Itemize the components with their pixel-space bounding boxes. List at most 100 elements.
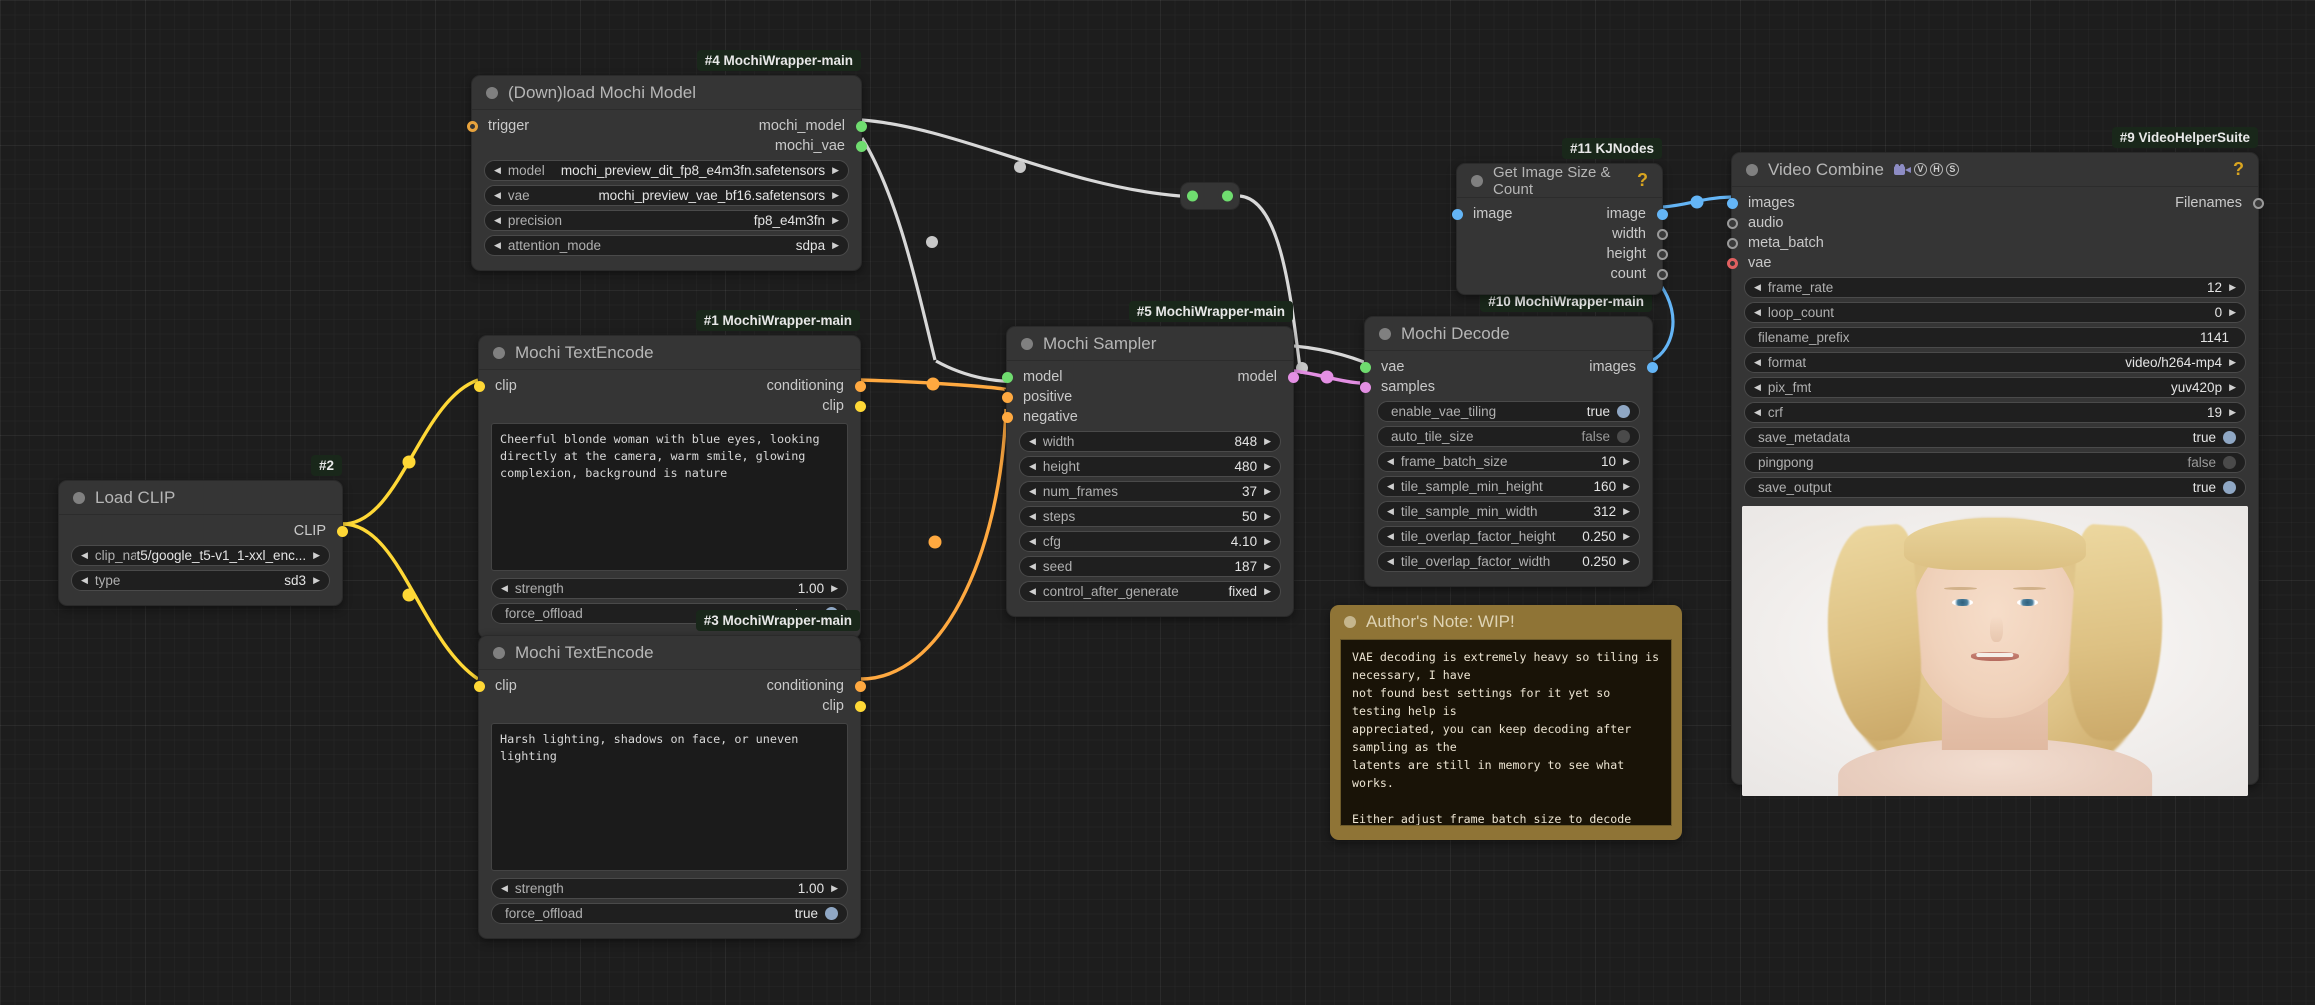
- node-mochi-sampler[interactable]: #5 MochiWrapper-main Mochi Sampler model…: [1001, 301, 1299, 617]
- input-slot-clip[interactable]: clip conditioning: [473, 376, 866, 396]
- chevron-right-icon[interactable]: ▶: [1623, 506, 1630, 517]
- input-slot-clip[interactable]: clip conditioning: [473, 676, 866, 696]
- node-title-bar[interactable]: Mochi Decode: [1365, 317, 1652, 351]
- slot-dot-icon[interactable]: [473, 680, 485, 692]
- slot-dot-icon[interactable]: [1287, 371, 1299, 383]
- chevron-right-icon[interactable]: ▶: [1264, 561, 1271, 572]
- chevron-left-icon[interactable]: ◀: [1029, 561, 1036, 572]
- chevron-left-icon[interactable]: ◀: [81, 575, 88, 586]
- output-slot-height[interactable]: height: [1457, 244, 1668, 264]
- input-slot-vae[interactable]: vae images: [1359, 357, 1658, 377]
- chevron-right-icon[interactable]: ▶: [1623, 456, 1630, 467]
- widget-seed[interactable]: ◀ seed 187 ▶: [1019, 556, 1281, 577]
- node-mochi-textencode-positive[interactable]: #1 MochiWrapper-main Mochi TextEncode cl…: [473, 310, 866, 639]
- widget-tile-overlap-factor-height[interactable]: ◀ tile_overlap_factor_height 0.250 ▶: [1377, 526, 1640, 547]
- widget-frame-rate[interactable]: ◀ frame_rate 12 ▶: [1744, 277, 2246, 298]
- node-title-bar[interactable]: Mochi TextEncode: [479, 636, 860, 670]
- widget-force-offload[interactable]: force_offload true: [491, 903, 848, 924]
- slot-dot-icon[interactable]: [1451, 208, 1463, 220]
- output-slot-clip[interactable]: clip: [479, 396, 866, 416]
- prompt-textarea[interactable]: Cheerful blonde woman with blue eyes, lo…: [491, 423, 848, 571]
- input-slot-images[interactable]: images Filenames: [1726, 193, 2264, 213]
- toggle-switch-icon[interactable]: [1617, 430, 1630, 443]
- chevron-left-icon[interactable]: ◀: [1029, 436, 1036, 447]
- chevron-left-icon[interactable]: ◀: [1754, 357, 1761, 368]
- reroute-node[interactable]: [1180, 182, 1240, 210]
- slot-dot-icon[interactable]: [2252, 197, 2264, 209]
- slot-dot-icon[interactable]: [336, 525, 348, 537]
- widget-attention-mode[interactable]: ◀ attention_mode sdpa ▶: [484, 235, 849, 256]
- input-slot-image[interactable]: image image: [1451, 204, 1668, 224]
- comfyui-graph-canvas[interactable]: #4 MochiWrapper-main (Down)load Mochi Mo…: [0, 0, 2315, 1005]
- chevron-left-icon[interactable]: ◀: [1029, 536, 1036, 547]
- chevron-right-icon[interactable]: ▶: [2229, 382, 2236, 393]
- node-get-image-size-and-count[interactable]: #11 KJNodes Get Image Size & Count ? ima…: [1451, 138, 1668, 295]
- slot-dot-icon[interactable]: [1656, 268, 1668, 280]
- node-load-clip[interactable]: #2 Load CLIP CLIP ◀ clip_name t5/google_…: [58, 455, 348, 606]
- collapse-icon[interactable]: [1021, 337, 1033, 350]
- widget-loop-count[interactable]: ◀ loop_count 0 ▶: [1744, 302, 2246, 323]
- chevron-right-icon[interactable]: ▶: [832, 215, 839, 226]
- chevron-left-icon[interactable]: ◀: [494, 240, 501, 251]
- prompt-textarea[interactable]: Harsh lighting, shadows on face, or unev…: [491, 723, 848, 871]
- collapse-icon[interactable]: [493, 346, 505, 359]
- chevron-right-icon[interactable]: ▶: [1264, 511, 1271, 522]
- chevron-right-icon[interactable]: ▶: [832, 165, 839, 176]
- chevron-left-icon[interactable]: ◀: [1387, 506, 1394, 517]
- chevron-right-icon[interactable]: ▶: [313, 550, 320, 561]
- chevron-right-icon[interactable]: ▶: [1623, 531, 1630, 542]
- widget-format[interactable]: ◀ format video/h264-mp4 ▶: [1744, 352, 2246, 373]
- chevron-right-icon[interactable]: ▶: [313, 575, 320, 586]
- chevron-right-icon[interactable]: ▶: [1264, 586, 1271, 597]
- chevron-left-icon[interactable]: ◀: [1387, 556, 1394, 567]
- collapse-icon[interactable]: [1344, 616, 1356, 628]
- node-title-bar[interactable]: Mochi Sampler: [1007, 327, 1293, 361]
- toggle-switch-icon[interactable]: [825, 907, 838, 920]
- slot-dot-icon[interactable]: [1359, 361, 1371, 373]
- chevron-right-icon[interactable]: ▶: [832, 240, 839, 251]
- node-title-bar[interactable]: Load CLIP: [59, 481, 342, 515]
- widget-tile-overlap-factor-width[interactable]: ◀ tile_overlap_factor_width 0.250 ▶: [1377, 551, 1640, 572]
- node-mochi-textencode-negative[interactable]: #3 MochiWrapper-main Mochi TextEncode cl…: [473, 610, 866, 939]
- circled-s-icon[interactable]: S: [1945, 163, 1959, 176]
- node-title-bar[interactable]: Mochi TextEncode: [479, 336, 860, 370]
- chevron-left-icon[interactable]: ◀: [1387, 481, 1394, 492]
- collapse-icon[interactable]: [486, 86, 498, 99]
- node-mochi-decode[interactable]: #10 MochiWrapper-main Mochi Decode vae i…: [1359, 291, 1658, 587]
- widget-tile-sample-min-height[interactable]: ◀ tile_sample_min_height 160 ▶: [1377, 476, 1640, 497]
- node-title-bar[interactable]: Video Combine V H S ?: [1732, 153, 2258, 187]
- chevron-left-icon[interactable]: ◀: [1029, 511, 1036, 522]
- widget-height[interactable]: ◀ height 480 ▶: [1019, 456, 1281, 477]
- slot-dot-icon[interactable]: [1726, 237, 1738, 249]
- help-icon[interactable]: ?: [1637, 170, 1648, 191]
- slot-dot-icon[interactable]: [1726, 257, 1738, 269]
- chevron-right-icon[interactable]: ▶: [1623, 556, 1630, 567]
- chevron-right-icon[interactable]: ▶: [2229, 357, 2236, 368]
- chevron-left-icon[interactable]: ◀: [1754, 282, 1761, 293]
- chevron-left-icon[interactable]: ◀: [1029, 461, 1036, 472]
- widget-control-after-generate[interactable]: ◀ control_after_generate fixed ▶: [1019, 581, 1281, 602]
- collapse-icon[interactable]: [1471, 174, 1483, 187]
- widget-save-metadata[interactable]: save_metadata true: [1744, 427, 2246, 448]
- chevron-right-icon[interactable]: ▶: [1264, 536, 1271, 547]
- widget-width[interactable]: ◀ width 848 ▶: [1019, 431, 1281, 452]
- chevron-left-icon[interactable]: ◀: [494, 165, 501, 176]
- input-slot-vae[interactable]: vae: [1726, 253, 2258, 273]
- input-slot-trigger[interactable]: trigger mochi_model: [466, 116, 867, 136]
- circled-v-icon[interactable]: V: [1913, 163, 1927, 176]
- slot-dot-icon[interactable]: [1656, 228, 1668, 240]
- slot-dot-icon[interactable]: [855, 140, 867, 152]
- input-slot-audio[interactable]: audio: [1726, 213, 2258, 233]
- output-slot-count[interactable]: count: [1457, 264, 1668, 284]
- widget-strength[interactable]: ◀ strength 1.00 ▶: [491, 878, 848, 899]
- widget-frame-batch-size[interactable]: ◀ frame_batch_size 10 ▶: [1377, 451, 1640, 472]
- widget-pingpong[interactable]: pingpong false: [1744, 452, 2246, 473]
- slot-dot-icon[interactable]: [854, 700, 866, 712]
- widget-tile-sample-min-width[interactable]: ◀ tile_sample_min_width 312 ▶: [1377, 501, 1640, 522]
- chevron-left-icon[interactable]: ◀: [1387, 531, 1394, 542]
- chevron-right-icon[interactable]: ▶: [2229, 307, 2236, 318]
- slot-dot-icon[interactable]: [1656, 208, 1668, 220]
- chevron-left-icon[interactable]: ◀: [501, 583, 508, 594]
- node-title-bar[interactable]: Get Image Size & Count ?: [1457, 164, 1662, 198]
- input-slot-meta-batch[interactable]: meta_batch: [1726, 233, 2258, 253]
